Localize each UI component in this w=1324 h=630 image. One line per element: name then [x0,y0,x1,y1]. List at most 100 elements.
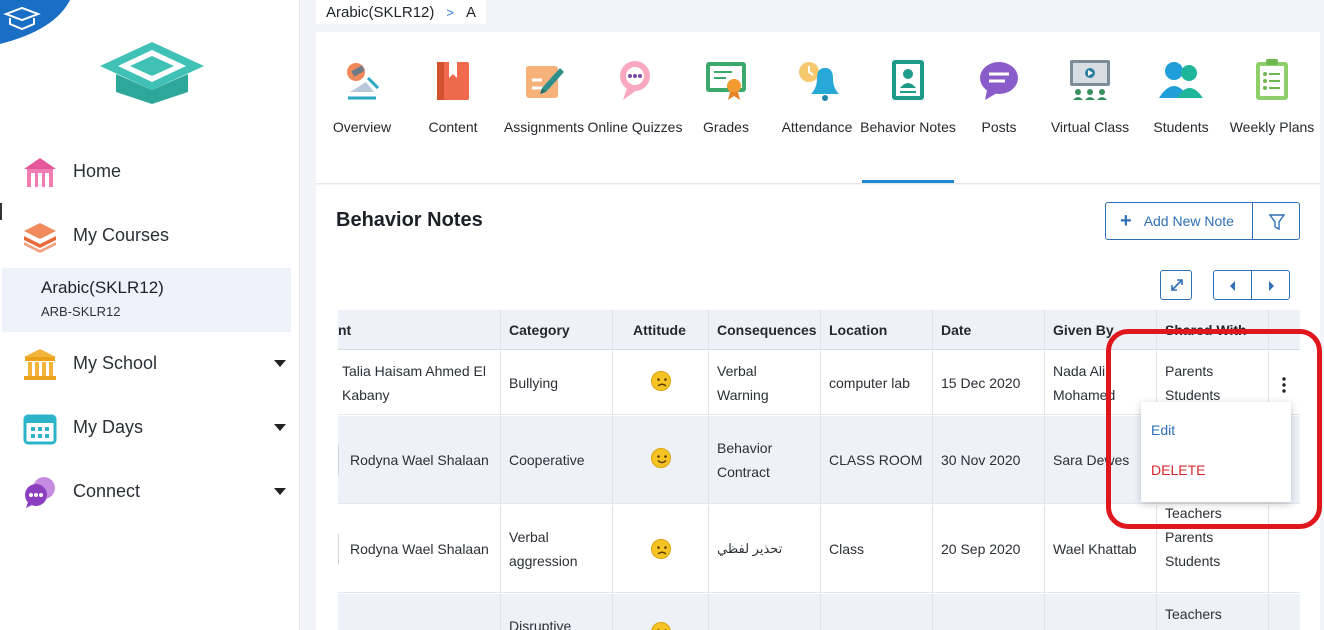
scroll-left-button[interactable] [1213,270,1252,300]
tab-weekly-plans[interactable]: Weekly Plans [1226,32,1318,182]
sidebar-item-label: Home [73,160,122,181]
course-code: ARB-SKLR12 [41,304,121,319]
tab-label: Behavior Notes [860,119,956,135]
column-divider [500,505,501,593]
tab-label: Attendance [781,119,853,135]
filter-button[interactable] [1252,202,1300,240]
category-cell: Disruptive [509,618,572,630]
location-cell: CLASS ROOM [829,452,923,468]
row-avatar-stub [338,534,339,564]
tab-label: Posts [981,119,1017,135]
column-divider [1044,416,1045,504]
column-header-date: Date [941,322,972,338]
filter-icon [1268,214,1286,231]
tab-label: Weekly Plans [1229,119,1315,135]
frown-emoji-icon [651,539,671,559]
add-new-note-button[interactable]: + Add New Note [1105,202,1253,240]
tab-label: Grades [703,119,749,135]
tab-grades[interactable]: Grades [680,32,772,182]
column-divider [1044,351,1045,415]
breadcrumb-current: A [465,3,476,21]
home-icon [24,158,56,187]
chevron-down-icon[interactable] [274,360,286,367]
column-divider [820,351,821,415]
sidebar-item-my-school[interactable]: My School [0,335,300,391]
table-row[interactable]: Disruptive Teachers [338,594,1300,630]
location-cell: computer lab [829,375,910,391]
column-divider [932,416,933,504]
column-divider [1044,310,1045,350]
category-cell: Cooperative [509,452,585,468]
category-cell: Bullying [509,375,559,391]
sidebar-item-label: Connect [73,480,141,501]
sidebar-item-my-days[interactable]: My Days [0,399,300,455]
tab-online-quizzes[interactable]: Online Quizzes [588,32,682,182]
column-divider [500,310,501,350]
tab-assignments[interactable]: Assignments [498,32,590,182]
column-divider [708,351,709,415]
expand-icon [1171,279,1183,291]
consequences-cell: تحذير لفظي [717,541,783,556]
tab-label: Assignments [503,119,585,135]
quiz-chat-icon [620,61,650,100]
students-icon [1159,62,1203,98]
column-divider [500,351,501,415]
column-divider [1044,594,1045,630]
tab-attendance[interactable]: Attendance [771,32,863,182]
column-divider [708,310,709,350]
sidebar-item-home[interactable]: Home [0,143,300,199]
sidebar-item-label: My School [73,352,158,373]
chat-bubbles-icon [25,477,55,508]
column-divider [612,416,613,504]
sidebar: Home My Courses Arabic(SKLR12) ARB-SKLR1… [0,0,300,630]
tab-label: Online Quizzes [587,119,683,135]
id-badge-icon [892,60,924,100]
bell-icon [799,62,839,101]
column-divider [820,310,821,350]
column-header-location: Location [829,322,888,338]
breadcrumb-course[interactable]: Arabic(SKLR12) [326,4,434,21]
column-divider [708,594,709,630]
column-header-consequences: Consequences [717,322,817,338]
column-divider [820,594,821,630]
column-divider [1156,594,1157,630]
tab-label: Overview [332,119,392,135]
column-divider [500,416,501,504]
student-name: Talia Haisam Ahmed El Kabany [342,363,486,403]
column-divider [612,310,613,350]
caret-left-icon [1230,281,1235,291]
scroll-right-button[interactable] [1251,270,1290,300]
column-divider [932,310,933,350]
frown-emoji-icon [651,622,671,630]
tab-behavior-notes[interactable]: Behavior Notes [860,32,956,183]
chevron-down-icon[interactable] [274,424,286,431]
given-by-cell: Wael Khattab [1053,541,1137,557]
tab-overview[interactable]: Overview [316,32,408,182]
sidebar-item-connect[interactable]: Connect [0,463,300,519]
column-divider [612,594,613,630]
breadcrumb: Arabic(SKLR12) > A [316,0,486,24]
overview-icon [347,63,380,100]
chevron-down-icon[interactable] [274,488,286,495]
course-tabs: Overview Content Assignments Online Quiz… [316,32,1320,184]
date-cell: 30 Nov 2020 [941,452,1021,468]
tab-posts[interactable]: Posts [953,32,1045,182]
tab-virtual-class[interactable]: Virtual Class [1044,32,1136,182]
tab-students[interactable]: Students [1135,32,1227,182]
app-corner-logo-icon[interactable] [0,0,70,44]
column-divider [1044,505,1045,593]
expand-button[interactable] [1160,270,1192,300]
sidebar-item-label: My Days [73,416,144,437]
consequences-cell: Behavior Contract [717,440,773,480]
school-building-icon [24,349,56,380]
sidebar-item-my-courses[interactable]: My Courses [0,207,300,263]
course-name: Arabic(SKLR12) [41,278,164,297]
column-divider [612,351,613,415]
shared-with-teachers: Teachers [1165,606,1222,622]
tab-label: Virtual Class [1050,119,1130,135]
sidebar-course-item[interactable]: Arabic(SKLR12) ARB-SKLR12 [2,268,291,332]
sidebar-item-label: My Courses [73,224,170,245]
date-cell: 20 Sep 2020 [941,541,1021,557]
tab-content[interactable]: Content [407,32,499,182]
speech-bubble-icon [980,62,1018,100]
